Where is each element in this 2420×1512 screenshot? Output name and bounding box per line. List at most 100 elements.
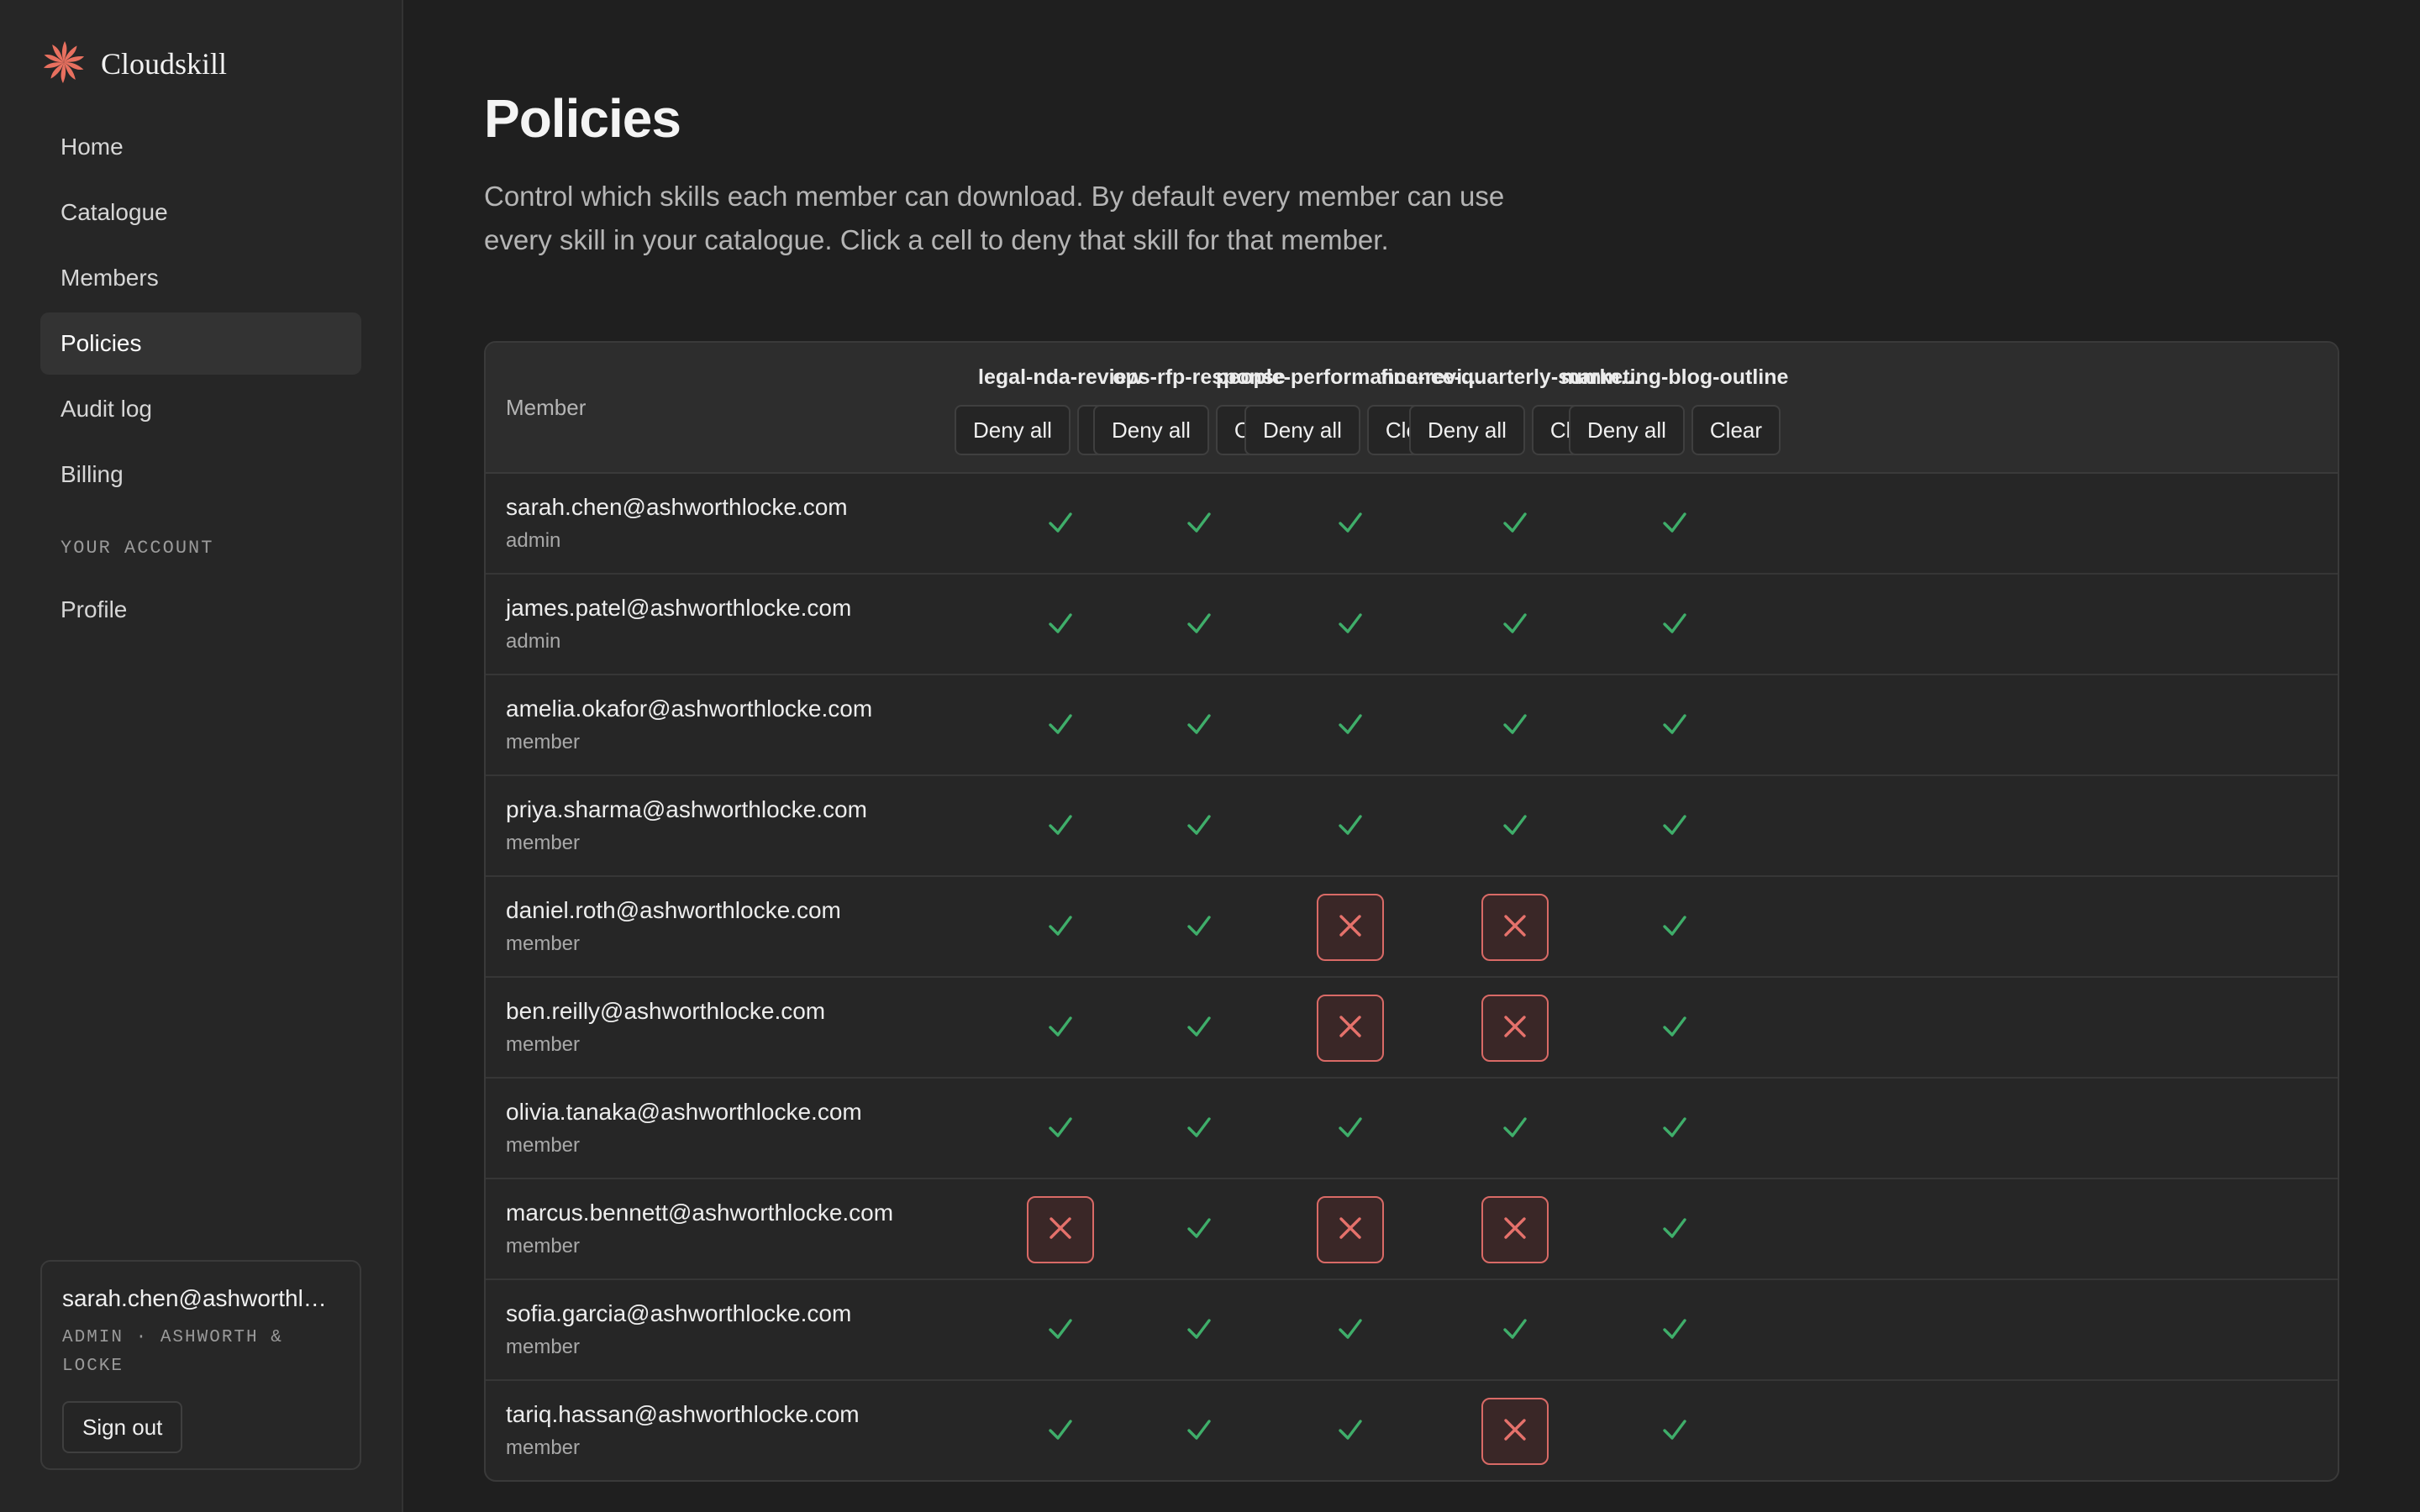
- allowed-cell[interactable]: [1317, 1095, 1384, 1163]
- table-body: sarah.chen@ashworthlocke.com admin james.p…: [486, 474, 2338, 1480]
- table-row: sarah.chen@ashworthlocke.com admin: [486, 474, 2338, 575]
- allowed-cell[interactable]: [1317, 491, 1384, 558]
- allowed-cell[interactable]: [1165, 894, 1233, 961]
- member-role: admin: [506, 630, 561, 653]
- allowed-cell[interactable]: [1317, 793, 1384, 860]
- allowed-cell[interactable]: [1641, 692, 1708, 759]
- table-row: amelia.okafor@ashworthlocke.com member: [486, 675, 2338, 776]
- member-role: member: [506, 1235, 581, 1257]
- check-icon: [1044, 808, 1077, 846]
- allowed-cell[interactable]: [1641, 995, 1708, 1062]
- member-email: amelia.okafor@ashworthlocke.com: [506, 696, 873, 722]
- close-icon: [1498, 1010, 1532, 1047]
- allowed-cell[interactable]: [1027, 1398, 1094, 1465]
- allowed-cell[interactable]: [1027, 894, 1094, 961]
- allowed-cell[interactable]: [1165, 491, 1233, 558]
- allowed-cell[interactable]: [1165, 591, 1233, 659]
- member-email: priya.sharma@ashworthlocke.com: [506, 796, 867, 822]
- allowed-cell[interactable]: [1641, 793, 1708, 860]
- member-role: member: [506, 832, 581, 854]
- denied-cell[interactable]: [1481, 995, 1549, 1062]
- allowed-cell[interactable]: [1481, 591, 1549, 659]
- sidebar-item-policies[interactable]: Policies: [40, 312, 361, 375]
- denied-cell[interactable]: [1027, 1196, 1094, 1263]
- allowed-cell[interactable]: [1641, 1398, 1708, 1465]
- sidebar-item-members[interactable]: Members: [40, 247, 361, 309]
- check-icon: [1498, 1312, 1532, 1350]
- close-icon: [1334, 1010, 1367, 1047]
- member-role: member: [506, 932, 581, 955]
- member-email: marcus.bennett@ashworthlocke.com: [506, 1200, 894, 1226]
- check-icon: [1044, 1110, 1077, 1148]
- denied-cell[interactable]: [1317, 1196, 1384, 1263]
- allowed-cell[interactable]: [1641, 1095, 1708, 1163]
- check-icon: [1658, 1312, 1691, 1350]
- check-icon: [1182, 606, 1216, 644]
- clear-button[interactable]: Clear: [1691, 405, 1781, 455]
- allowed-cell[interactable]: [1481, 1297, 1549, 1364]
- allowed-cell[interactable]: [1317, 1297, 1384, 1364]
- denied-cell[interactable]: [1317, 894, 1384, 961]
- member-role: member: [506, 1033, 581, 1056]
- allowed-cell[interactable]: [1481, 491, 1549, 558]
- allowed-cell[interactable]: [1027, 1297, 1094, 1364]
- close-icon: [1044, 1211, 1077, 1249]
- allowed-cell[interactable]: [1027, 491, 1094, 558]
- account-card: sarah.chen@ashworthlocke.com ADMIN · ASH…: [40, 1260, 361, 1470]
- allowed-cell[interactable]: [1165, 1398, 1233, 1465]
- deny-all-button[interactable]: Deny all: [954, 405, 1071, 455]
- check-icon: [1334, 707, 1367, 745]
- allowed-cell[interactable]: [1641, 1297, 1708, 1364]
- allowed-cell[interactable]: [1641, 491, 1708, 558]
- sidebar-item-profile[interactable]: Profile: [40, 579, 361, 641]
- check-icon: [1498, 1110, 1532, 1148]
- allowed-cell[interactable]: [1641, 1196, 1708, 1263]
- allowed-cell[interactable]: [1027, 1095, 1094, 1163]
- deny-all-button[interactable]: Deny all: [1408, 405, 1525, 455]
- deny-all-button[interactable]: Deny all: [1568, 405, 1685, 455]
- check-icon: [1182, 1010, 1216, 1047]
- brand[interactable]: Cloudskill: [40, 40, 361, 87]
- check-icon: [1182, 1211, 1216, 1249]
- sidebar-item-home[interactable]: Home: [40, 116, 361, 178]
- close-icon: [1498, 1413, 1532, 1451]
- sign-out-button[interactable]: Sign out: [62, 1401, 183, 1453]
- allowed-cell[interactable]: [1027, 995, 1094, 1062]
- table-row: ben.reilly@ashworthlocke.com member: [486, 978, 2338, 1079]
- check-icon: [1498, 606, 1532, 644]
- deny-all-button[interactable]: Deny all: [1244, 405, 1360, 455]
- allowed-cell[interactable]: [1481, 793, 1549, 860]
- check-icon: [1044, 506, 1077, 543]
- denied-cell[interactable]: [1317, 995, 1384, 1062]
- member-column-header: Member: [506, 395, 587, 420]
- cloudskill-logo-icon: [40, 39, 87, 90]
- allowed-cell[interactable]: [1641, 591, 1708, 659]
- sidebar-item-billing[interactable]: Billing: [40, 444, 361, 506]
- allowed-cell[interactable]: [1165, 1297, 1233, 1364]
- sidebar-item-catalogue[interactable]: Catalogue: [40, 181, 361, 244]
- table-row: james.patel@ashworthlocke.com admin: [486, 575, 2338, 675]
- allowed-cell[interactable]: [1481, 1095, 1549, 1163]
- denied-cell[interactable]: [1481, 894, 1549, 961]
- denied-cell[interactable]: [1481, 1196, 1549, 1263]
- allowed-cell[interactable]: [1027, 591, 1094, 659]
- allowed-cell[interactable]: [1165, 692, 1233, 759]
- check-icon: [1334, 606, 1367, 644]
- allowed-cell[interactable]: [1165, 793, 1233, 860]
- allowed-cell[interactable]: [1641, 894, 1708, 961]
- page-description: Control which skills each member can dow…: [484, 181, 1505, 255]
- allowed-cell[interactable]: [1165, 995, 1233, 1062]
- check-icon: [1182, 707, 1216, 745]
- allowed-cell[interactable]: [1317, 591, 1384, 659]
- allowed-cell[interactable]: [1317, 1398, 1384, 1465]
- deny-all-button[interactable]: Deny all: [1092, 405, 1209, 455]
- check-icon: [1658, 808, 1691, 846]
- allowed-cell[interactable]: [1165, 1095, 1233, 1163]
- allowed-cell[interactable]: [1027, 793, 1094, 860]
- allowed-cell[interactable]: [1027, 692, 1094, 759]
- denied-cell[interactable]: [1481, 1398, 1549, 1465]
- allowed-cell[interactable]: [1317, 692, 1384, 759]
- allowed-cell[interactable]: [1481, 692, 1549, 759]
- allowed-cell[interactable]: [1165, 1196, 1233, 1263]
- sidebar-item-audit-log[interactable]: Audit log: [40, 378, 361, 440]
